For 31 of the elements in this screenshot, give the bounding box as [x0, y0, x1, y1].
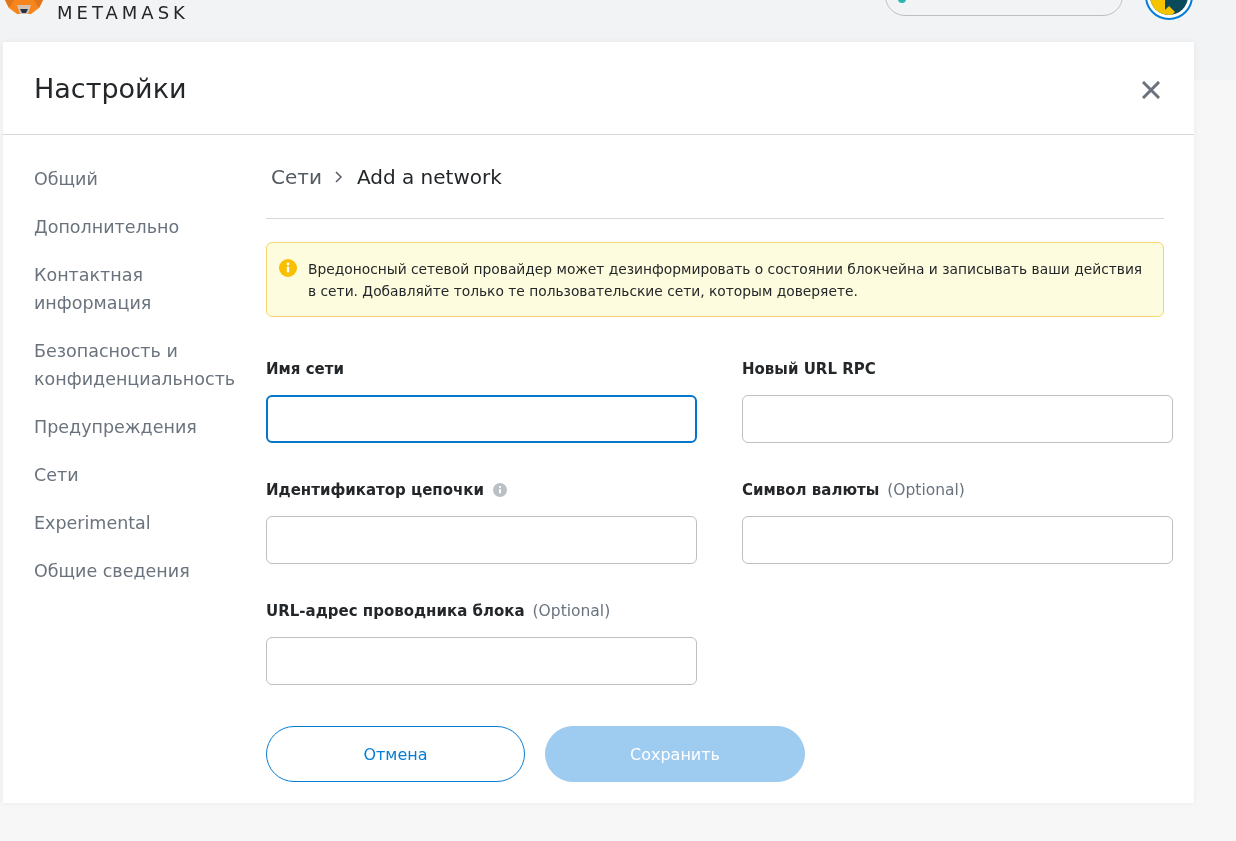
field-label: URL-адрес проводника блока: [266, 602, 525, 620]
field-label: Символ валюты: [742, 481, 880, 499]
sidebar-item[interactable]: Безопасность и конфиденциальность: [34, 337, 246, 393]
input-field[interactable]: [266, 395, 697, 443]
input-field[interactable]: [266, 516, 697, 564]
sidebar-item[interactable]: Общий: [34, 165, 246, 193]
cancel-button[interactable]: Отмена: [266, 726, 525, 782]
optional-hint: (Optional): [532, 602, 611, 620]
sidebar-item[interactable]: Контактная информация: [34, 261, 246, 317]
field-label: Имя сети: [266, 360, 344, 378]
breadcrumb-link[interactable]: Сети: [271, 163, 322, 191]
warning-text: Вредоносный сетевой провайдер может дезинформировать о состоянии блокчейна и записывать ваши действия в сети. Добавляйте только те пользовательские сети, которым доверяете.: [308, 260, 1144, 301]
input-field[interactable]: [742, 516, 1173, 564]
settings-title: Настройки: [34, 72, 188, 104]
input-field[interactable]: [742, 395, 1173, 443]
fox-icon: [5, 0, 43, 14]
sidebar-item[interactable]: Общие сведения: [34, 557, 246, 585]
optional-hint: (Optional): [887, 481, 965, 499]
sidebar-item[interactable]: Experimental: [34, 509, 246, 537]
wordmark: METAMASK: [57, 2, 189, 24]
chevron-right-icon: [334, 171, 342, 183]
field-label: Новый URL RPC: [742, 360, 876, 378]
sidebar-item[interactable]: Предупреждения: [34, 413, 246, 441]
close-icon: [1142, 81, 1160, 99]
field-label: Идентификатор цепочки: [266, 481, 484, 499]
close-button[interactable]: [1142, 81, 1160, 99]
breadcrumb-current: Add a network: [356, 164, 502, 191]
info-icon: [279, 259, 297, 277]
input-field[interactable]: [266, 637, 697, 685]
sidebar-item[interactable]: Сети: [34, 461, 246, 489]
sidebar-item[interactable]: Дополнительно: [34, 213, 246, 241]
